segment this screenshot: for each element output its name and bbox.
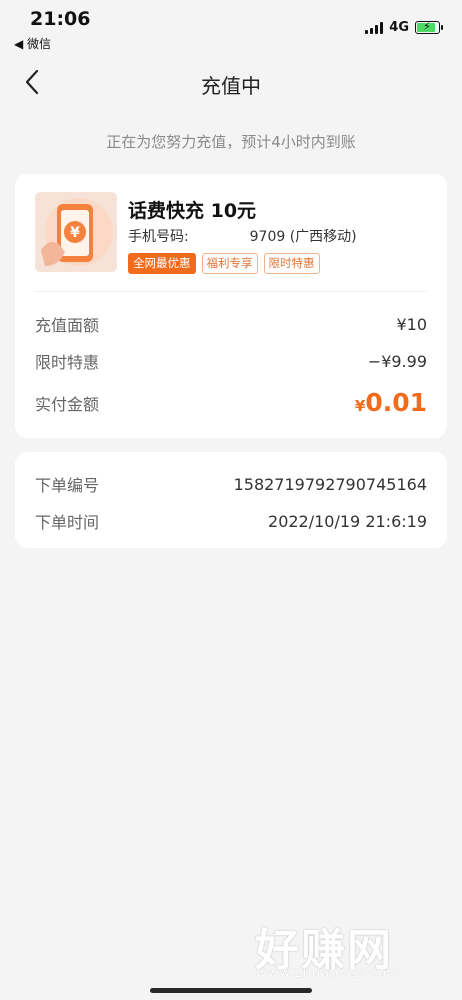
status-time: 21:06 bbox=[30, 8, 91, 30]
home-indicator[interactable] bbox=[150, 988, 312, 993]
product-card: ¥ 话费快充 10元 手机号码: 9709 (广西移动) 全网最优惠 福利专享 … bbox=[15, 174, 447, 438]
order-time-label: 下单时间 bbox=[35, 513, 100, 532]
phone-label: 手机号码: bbox=[128, 229, 189, 245]
tag-list: 全网最优惠 福利专享 限时特惠 bbox=[128, 253, 320, 274]
paid-label: 实付金额 bbox=[35, 394, 100, 414]
svg-text:¥: ¥ bbox=[70, 225, 80, 241]
back-to-app-link[interactable]: ◀ 微信 bbox=[14, 35, 51, 52]
face-value-label: 充值面额 bbox=[35, 316, 100, 335]
status-indicators: 4G ⚡ bbox=[365, 20, 443, 35]
page-title: 充值中 bbox=[201, 74, 261, 98]
face-value-row: 充值面额 ¥10 bbox=[35, 312, 427, 336]
tag-best-price: 全网最优惠 bbox=[128, 253, 196, 274]
watermark-url: www.zhuanyes.com bbox=[256, 966, 401, 981]
tag-welfare: 福利专享 bbox=[201, 253, 258, 274]
status-message: 正在为您努力充值，预计4小时内到账 bbox=[106, 133, 356, 151]
product-name: 话费快充 10元 bbox=[128, 200, 257, 222]
paid-value: 0.01 bbox=[365, 388, 427, 417]
signal-bars-icon bbox=[365, 21, 384, 34]
status-bar: 21:06 ◀ 微信 4G ⚡ bbox=[0, 0, 462, 54]
order-number-label: 下单编号 bbox=[35, 476, 100, 495]
phone-number: 手机号码: 9709 (广西移动) bbox=[128, 226, 357, 246]
order-time-value: 2022/10/19 21:6:19 bbox=[268, 511, 427, 531]
divider bbox=[35, 291, 427, 292]
tag-limited: 限时特惠 bbox=[263, 253, 320, 274]
order-number-value[interactable]: 1582719792790745164 bbox=[234, 475, 427, 494]
order-card: 下单编号 1582719792790745164 下单时间 2022/10/19… bbox=[15, 452, 447, 548]
screen: 21:06 ◀ 微信 4G ⚡ 充值中 正在为您努力充值，预计4小时内到账 ¥ … bbox=[0, 0, 462, 1000]
phone-yuan-icon: ¥ bbox=[35, 192, 117, 272]
discount-row: 限时特惠 −¥9.99 bbox=[35, 349, 427, 373]
order-number-row: 下单编号 1582719792790745164 bbox=[35, 472, 427, 496]
paid-row: 实付金额 ¥0.01 bbox=[35, 388, 427, 417]
phone-suffix: 9709 (广西移动) bbox=[249, 229, 357, 245]
battery-charging-icon: ⚡ bbox=[415, 20, 443, 34]
network-type: 4G bbox=[389, 20, 409, 35]
paid-amount: ¥0.01 bbox=[355, 388, 427, 417]
discount-amount: −¥9.99 bbox=[367, 351, 427, 371]
paid-currency: ¥ bbox=[354, 397, 366, 415]
order-time-row: 下单时间 2022/10/19 21:6:19 bbox=[35, 509, 427, 533]
face-value-amount: ¥10 bbox=[396, 314, 427, 334]
discount-label: 限时特惠 bbox=[35, 353, 100, 372]
